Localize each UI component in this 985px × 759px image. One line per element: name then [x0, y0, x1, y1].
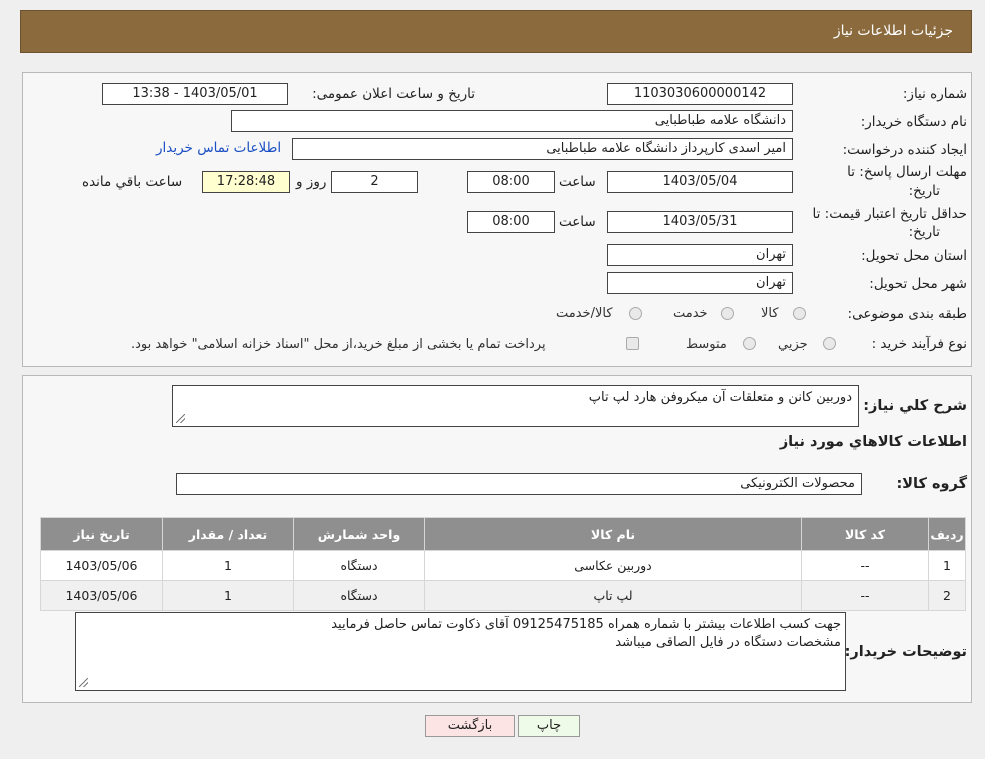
validity-label: حداقل تاریخ اعتبار قیمت: تا [812, 206, 967, 222]
goods-info-title: اطلاعات کالاهاي مورد نياز [779, 434, 967, 450]
province-field: تهران [607, 244, 793, 266]
cell-name: لپ تاپ [424, 580, 802, 611]
days-suffix-label: روز و [296, 174, 327, 190]
city-field: تهران [607, 272, 793, 294]
col-code-header: کد کالا [801, 517, 929, 551]
buyer-org-field: دانشگاه علامه طباطبایی [231, 110, 793, 132]
need-number-label: شماره نیاز: [902, 86, 967, 102]
process-medium-radio[interactable] [743, 337, 756, 350]
category-label: طبقه بندی موضوعی: [847, 306, 967, 322]
cell-unit: دستگاه [293, 580, 425, 611]
col-row-header: رديف [928, 517, 966, 551]
buyer-contact-link[interactable]: اطلاعات تماس خریدار [156, 140, 281, 156]
city-label: شهر محل تحویل: [869, 276, 967, 292]
col-date-header: تاریخ نیاز [40, 517, 163, 551]
summary-label: شرح کلي نياز: [863, 398, 967, 414]
remaining-time-field: 17:28:48 [202, 171, 290, 193]
validity-label-date: تاریخ: [908, 224, 940, 240]
validity-time-label: ساعت [559, 214, 596, 230]
deadline-label: مهلت ارسال پاسخ: تا [847, 164, 967, 180]
category-goods-service-label: کالا/خدمت [556, 306, 613, 321]
goods-group-field: محصولات الکترونیکی [176, 473, 862, 495]
deadline-label-date: تاریخ: [908, 183, 940, 199]
col-name-header: نام کالا [424, 517, 802, 551]
cell-date: 1403/05/06 [40, 550, 163, 581]
cell-name: دوربین عکاسی [424, 550, 802, 581]
process-label: نوع فرآیند خرید : [871, 336, 967, 352]
items-table: رديف کد کالا نام کالا واحد شمارش تعداد /… [40, 517, 966, 611]
category-goods-label: کالا [761, 306, 779, 321]
table-row: 1 -- دوربین عکاسی دستگاه 1 1403/05/06 [40, 550, 966, 581]
resize-handle-icon[interactable] [176, 414, 185, 423]
col-quantity-header: تعداد / مقدار [162, 517, 294, 551]
buyer-org-label: نام دستگاه خریدار: [860, 114, 967, 130]
category-service-label: خدمت [673, 306, 708, 321]
province-label: استان محل تحویل: [861, 248, 967, 264]
category-service-radio[interactable] [721, 307, 734, 320]
print-button[interactable]: چاپ [518, 715, 580, 737]
cell-row: 1 [928, 550, 966, 581]
page-header: جزئیات اطلاعات نیاز [20, 10, 972, 53]
buyer-notes-line-1: جهت کسب اطلاعات بیشتر با شماره همراه 091… [331, 617, 841, 632]
buyer-notes-textarea[interactable]: جهت کسب اطلاعات بیشتر با شماره همراه 091… [75, 612, 846, 691]
creator-field: امیر اسدی کارپرداز دانشگاه علامه طباطبای… [292, 138, 793, 160]
cell-quantity: 1 [162, 580, 294, 611]
cell-code: -- [801, 580, 929, 611]
cell-code: -- [801, 550, 929, 581]
category-goods-service-radio[interactable] [629, 307, 642, 320]
cell-unit: دستگاه [293, 550, 425, 581]
col-unit-header: واحد شمارش [293, 517, 425, 551]
summary-textarea[interactable]: دوربین کانن و متعلقات آن میکروفن هارد لپ… [172, 385, 859, 427]
deadline-date-field: 1403/05/04 [607, 171, 793, 193]
buyer-notes-label: توضیحات خریدار: [844, 644, 967, 660]
back-button[interactable]: بازگشت [425, 715, 515, 737]
category-goods-radio[interactable] [793, 307, 806, 320]
table-header-row: رديف کد کالا نام کالا واحد شمارش تعداد /… [40, 517, 966, 551]
process-minor-label: جزیي [778, 337, 808, 352]
process-minor-radio[interactable] [823, 337, 836, 350]
days-remaining-field: 2 [331, 171, 418, 193]
creator-label: ایجاد کننده درخواست: [842, 142, 967, 158]
validity-date-field: 1403/05/31 [607, 211, 793, 233]
deadline-time-field: 08:00 [467, 171, 555, 193]
resize-handle-icon[interactable] [79, 678, 88, 687]
announce-label: تاریخ و ساعت اعلان عمومی: [312, 86, 475, 102]
validity-time-field: 08:00 [467, 211, 555, 233]
remaining-suffix-label: ساعت باقي مانده [82, 174, 183, 190]
treasury-note: پرداخت تمام یا بخشی از مبلغ خرید،از محل … [131, 337, 546, 352]
cell-quantity: 1 [162, 550, 294, 581]
announce-datetime-field: 1403/05/01 - 13:38 [102, 83, 288, 105]
table-row: 2 -- لپ تاپ دستگاه 1 1403/05/06 [40, 580, 966, 611]
treasury-checkbox[interactable] [626, 337, 639, 350]
goods-group-label: گروه کالا: [896, 476, 967, 492]
process-medium-label: متوسط [686, 337, 727, 352]
deadline-time-label: ساعت [559, 174, 596, 190]
page-title: جزئیات اطلاعات نیاز [833, 23, 953, 39]
buyer-notes-line-2: مشخصات دستگاه در فایل الصاقی میباشد [615, 635, 841, 650]
cell-date: 1403/05/06 [40, 580, 163, 611]
cell-row: 2 [928, 580, 966, 611]
summary-text: دوربین کانن و متعلقات آن میکروفن هارد لپ… [588, 390, 852, 405]
need-number-field: 1103030600000142 [607, 83, 793, 105]
